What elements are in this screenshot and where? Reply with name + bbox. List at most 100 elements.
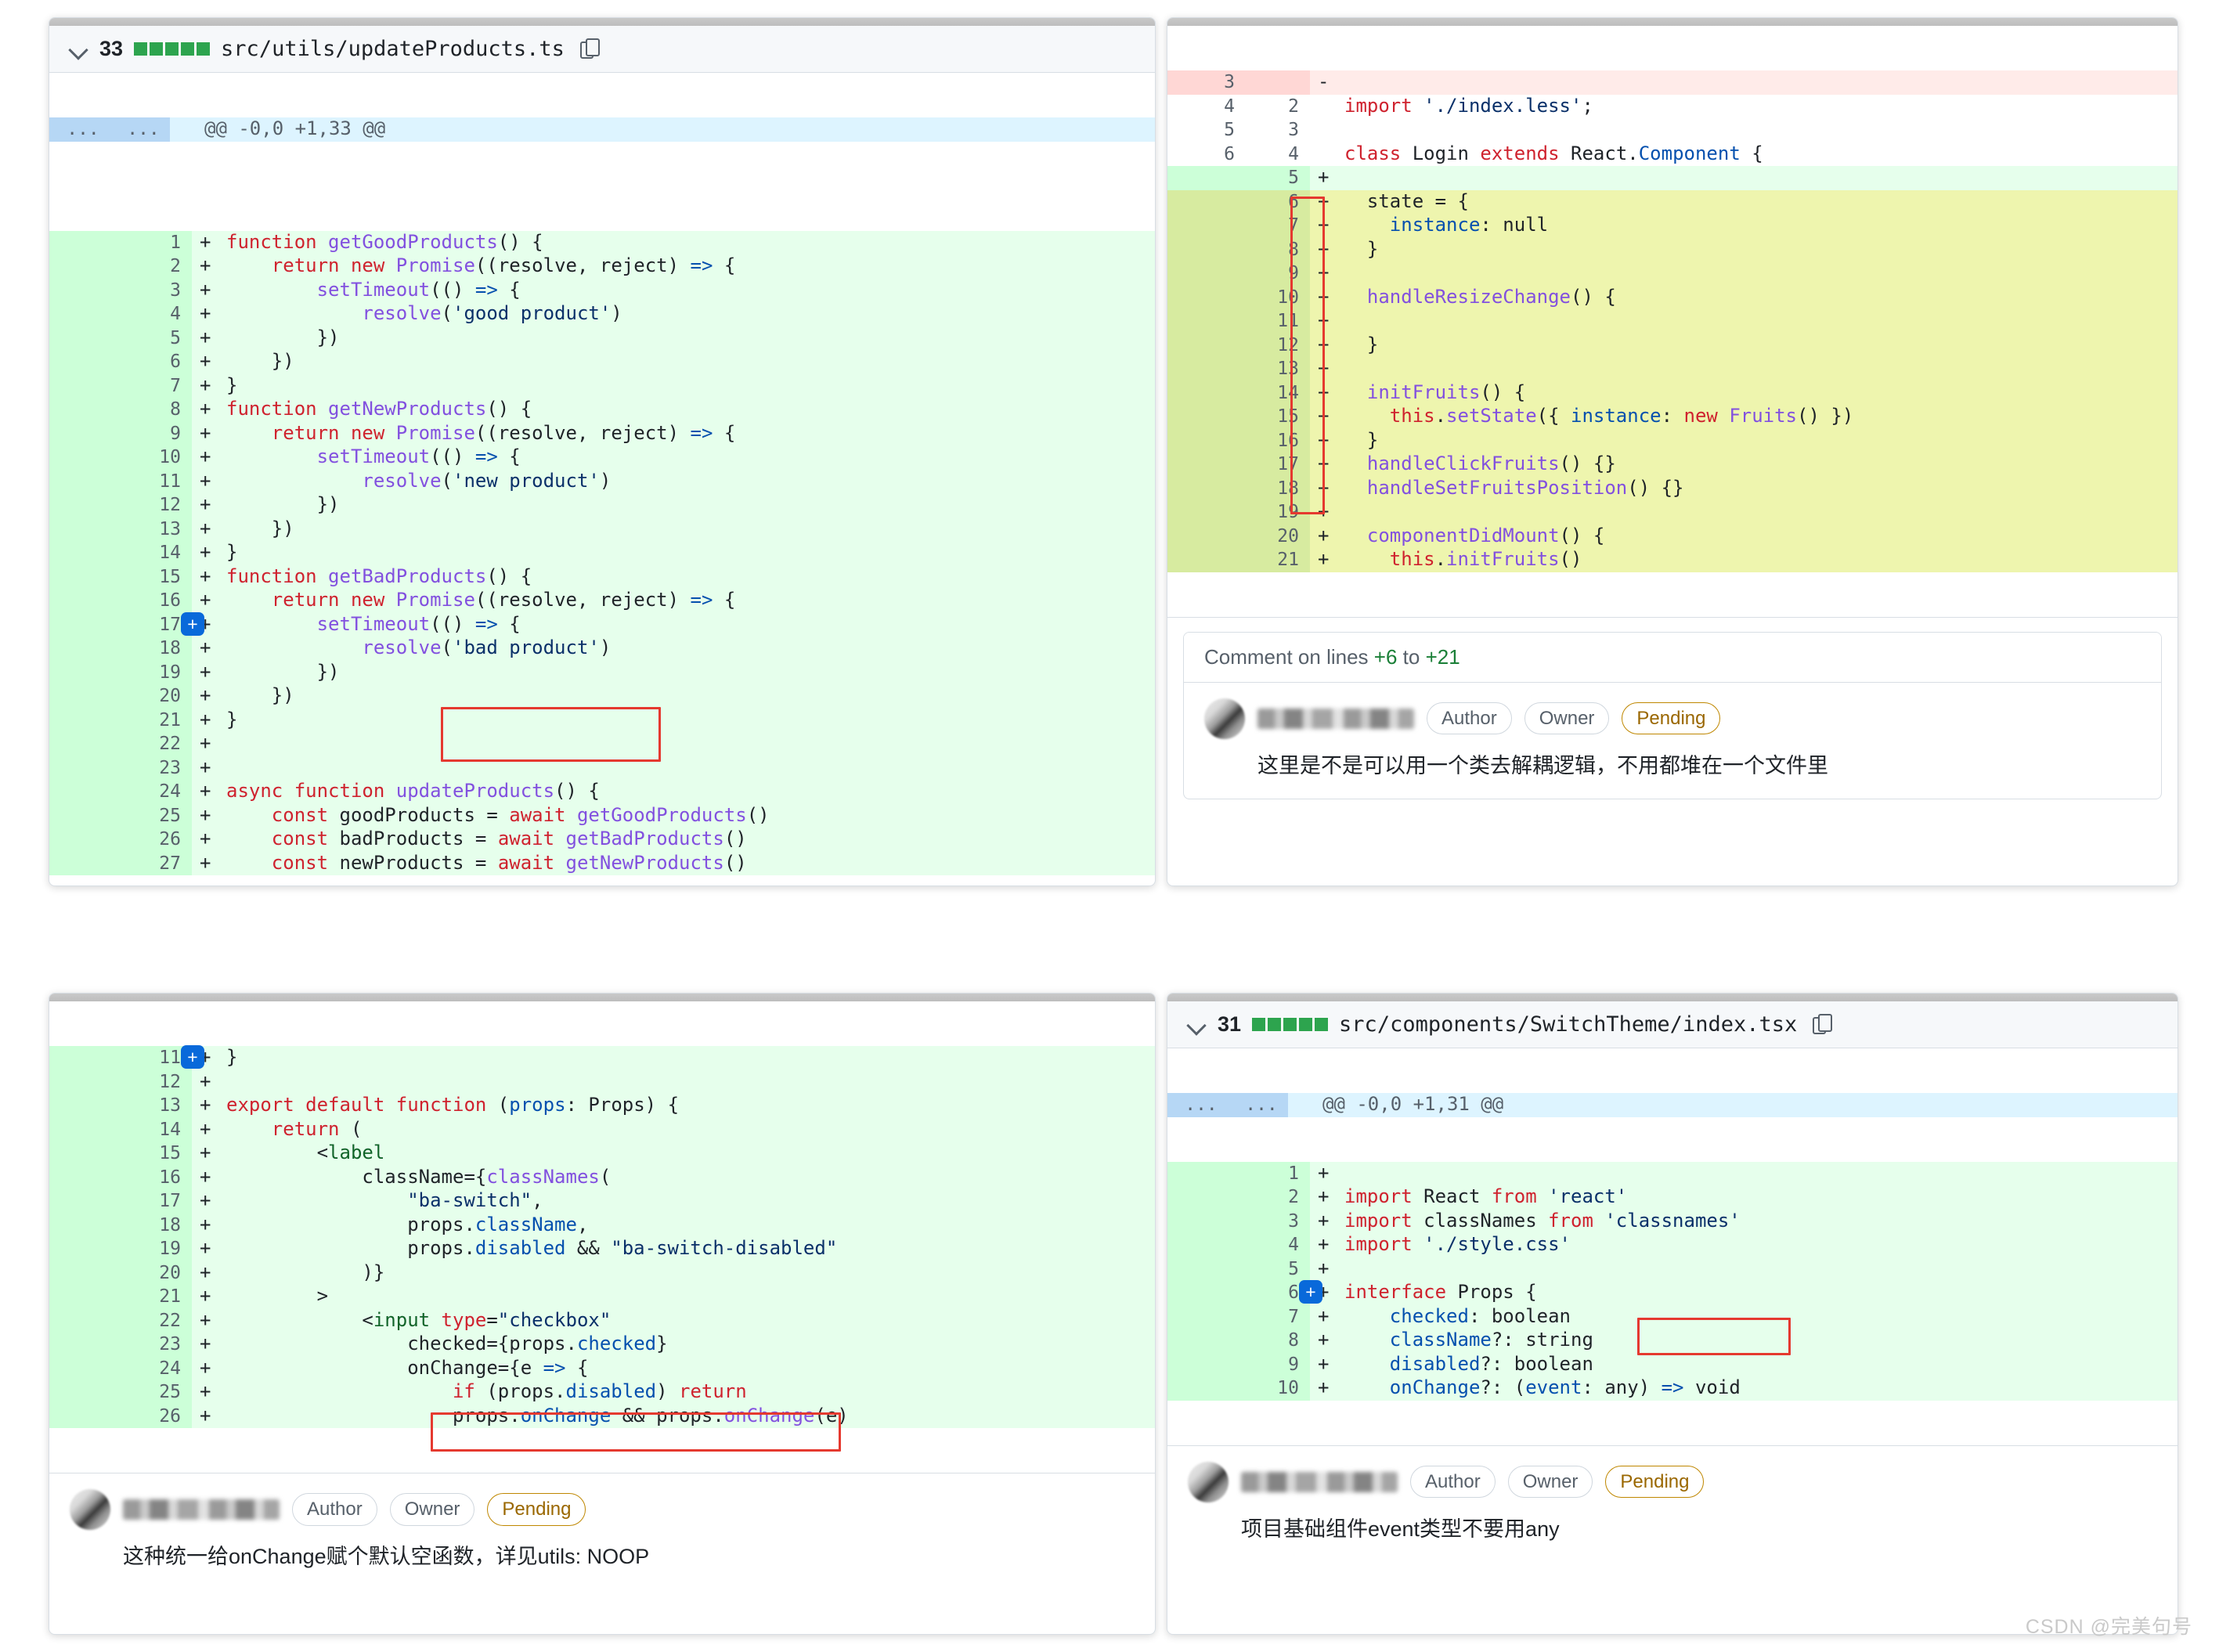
file-path[interactable]: src/utils/updateProducts.ts bbox=[221, 37, 565, 61]
diff-row[interactable]: 5 + }) bbox=[49, 326, 1155, 350]
diff-row[interactable]: 17 + + setTimeout(() => { bbox=[49, 611, 1155, 637]
diff-row[interactable]: 20 + componentDidMount() { bbox=[1167, 524, 2178, 548]
diff-row[interactable]: 15 + this.setState({ instance: new Fruits… bbox=[1167, 405, 2178, 429]
diff-row[interactable]: 6 + state = { bbox=[1167, 189, 2178, 214]
line-number-new: 11 bbox=[1246, 309, 1310, 334]
diff-row[interactable]: 22 + bbox=[49, 732, 1155, 756]
diff-row[interactable]: 11 + +} bbox=[49, 1045, 1155, 1070]
copy-icon[interactable] bbox=[579, 38, 601, 60]
diff-row[interactable]: 7 + checked: boolean bbox=[1167, 1304, 2178, 1329]
avatar[interactable] bbox=[70, 1489, 110, 1530]
add-comment-button[interactable]: + bbox=[181, 1045, 204, 1069]
diff-row[interactable]: 19 + bbox=[1167, 500, 2178, 525]
line-number-new: 11 + bbox=[128, 1045, 204, 1070]
diff-row[interactable]: 10 + onChange?: (event: any) => void bbox=[1167, 1376, 2178, 1401]
diff-row[interactable]: 10 + handleResizeChange() { bbox=[1167, 285, 2178, 309]
diff-row[interactable]: 17 + handleClickFruits() {} bbox=[1167, 453, 2178, 477]
diff-row[interactable]: 1 + bbox=[1167, 1161, 2178, 1185]
diff-row[interactable]: 8 + function getNewProducts() { bbox=[49, 398, 1155, 422]
diff-row[interactable]: 18 + props.className, bbox=[49, 1213, 1155, 1237]
diff-row[interactable]: 10 + setTimeout(() => { bbox=[49, 445, 1155, 470]
diff-row[interactable]: 16 + } bbox=[1167, 428, 2178, 453]
line-number-new: 11 bbox=[128, 469, 192, 493]
add-comment-button[interactable]: + bbox=[1299, 1280, 1322, 1304]
diff-row[interactable]: 5 + bbox=[1167, 166, 2178, 190]
avatar[interactable] bbox=[1204, 698, 1245, 739]
line-number-old bbox=[49, 1189, 128, 1214]
code-line: componentDidMount() { bbox=[1343, 524, 2178, 548]
diff-row[interactable]: 17 + "ba-switch", bbox=[49, 1189, 1155, 1214]
diff-row[interactable]: 2 + return new Promise((resolve, reject) … bbox=[49, 254, 1155, 279]
diff-row[interactable]: 20 + )} bbox=[49, 1261, 1155, 1285]
diff-row[interactable]: 13 + bbox=[1167, 357, 2178, 381]
diff-row[interactable]: 16 + return new Promise((resolve, reject)… bbox=[49, 589, 1155, 613]
diff-row[interactable]: 13 + export default function (props: Props… bbox=[49, 1094, 1155, 1118]
line-number-old bbox=[49, 1237, 128, 1261]
diff-row[interactable]: 20 + }) bbox=[49, 684, 1155, 709]
diff-row[interactable]: 22 + <input type="checkbox" bbox=[49, 1308, 1155, 1333]
diff-row[interactable]: 11 + resolve('new product') bbox=[49, 469, 1155, 493]
add-comment-button[interactable]: + bbox=[181, 611, 204, 636]
code-line bbox=[1343, 309, 2178, 334]
diff-row[interactable]: 27 + const newProducts = await getNewProd… bbox=[49, 851, 1155, 875]
diff-row[interactable]: 25 + const goodProducts = await getGoodPr… bbox=[49, 803, 1155, 828]
diff-row[interactable]: 21 +} bbox=[49, 708, 1155, 732]
diff-row[interactable]: 23 + checked={props.checked} bbox=[49, 1333, 1155, 1357]
copy-icon[interactable] bbox=[1813, 1013, 1833, 1036]
diff-row[interactable]: 13 + }) bbox=[49, 517, 1155, 541]
diff-row[interactable]: 3 + import classNames from 'classnames' bbox=[1167, 1209, 2178, 1233]
diff-row[interactable]: 24 + onChange={e => { bbox=[49, 1356, 1155, 1380]
diff-row[interactable]: 19 + props.disabled && "ba-switch-disable… bbox=[49, 1237, 1155, 1261]
diff-row[interactable]: 12 + bbox=[49, 1069, 1155, 1094]
diff-marker: + bbox=[192, 660, 225, 684]
diff-row[interactable]: 12 + } bbox=[1167, 333, 2178, 357]
diff-row[interactable]: 19 + }) bbox=[49, 660, 1155, 684]
diff-row[interactable]: 11 + bbox=[1167, 309, 2178, 334]
diff-marker bbox=[1310, 94, 1343, 118]
diff-row[interactable]: 8 + className?: string bbox=[1167, 1329, 2178, 1353]
badge-pending: Pending bbox=[1622, 702, 1721, 735]
diff-row[interactable]: 3 + setTimeout(() => { bbox=[49, 278, 1155, 302]
diff-row[interactable]: 8 + } bbox=[1167, 237, 2178, 262]
diff-row[interactable]: 3- bbox=[1167, 70, 2178, 95]
diff-row[interactable]: 15 + <label bbox=[49, 1142, 1155, 1166]
diff-row[interactable]: 18 + resolve('bad product') bbox=[49, 637, 1155, 661]
diff-row[interactable]: 12 + }) bbox=[49, 493, 1155, 518]
diff-row[interactable]: 25 + if (props.disabled) return bbox=[49, 1380, 1155, 1405]
diff-row[interactable]: 14 + initFruits() { bbox=[1167, 381, 2178, 405]
diff-row[interactable]: 16 + className={classNames( bbox=[49, 1165, 1155, 1189]
code-line: setTimeout(() => { bbox=[225, 445, 1155, 470]
diff-row[interactable]: 26 + props.onChange && props.onChange(e) bbox=[49, 1404, 1155, 1428]
diff-row[interactable]: 7 + instance: null bbox=[1167, 214, 2178, 238]
diff-row[interactable]: 26 + const badProducts = await getBadProd… bbox=[49, 828, 1155, 852]
diff-row[interactable]: 9 + disabled?: boolean bbox=[1167, 1352, 2178, 1376]
file-path[interactable]: src/components/SwitchTheme/index.tsx bbox=[1339, 1012, 1797, 1037]
diff-row[interactable]: 14 + return ( bbox=[49, 1117, 1155, 1142]
diff-row[interactable]: 24 + async function updateProducts() { bbox=[49, 780, 1155, 804]
diff-row[interactable]: 23 + bbox=[49, 756, 1155, 780]
line-number-new: 6 + bbox=[1246, 1280, 1322, 1305]
diff-row[interactable]: 9 + return new Promise((resolve, reject) … bbox=[49, 421, 1155, 445]
diff-row[interactable]: 4 + import './style.css' bbox=[1167, 1233, 2178, 1257]
diff-row[interactable]: 5 + bbox=[1167, 1257, 2178, 1281]
diff-row[interactable]: 7 +} bbox=[49, 373, 1155, 398]
avatar[interactable] bbox=[1188, 1461, 1229, 1502]
diff-row[interactable]: 14 +} bbox=[49, 541, 1155, 565]
diff-row[interactable]: 6 4 class Login extends React.Component { bbox=[1167, 142, 2178, 166]
diff-row[interactable]: 2 + import React from 'react' bbox=[1167, 1185, 2178, 1210]
diff-row[interactable]: 9 + bbox=[1167, 262, 2178, 286]
diff-row[interactable]: 53 bbox=[1167, 118, 2178, 142]
chevron-down-icon[interactable] bbox=[1188, 1015, 1207, 1034]
diff-row[interactable]: 21 + this.initFruits() bbox=[1167, 548, 2178, 572]
diff-row[interactable]: 1 + function getGoodProducts() { bbox=[49, 230, 1155, 254]
diff-row[interactable]: 18 + handleSetFruitsPosition() {} bbox=[1167, 476, 2178, 500]
chevron-down-icon[interactable] bbox=[70, 40, 88, 59]
diff-row[interactable]: 6 + }) bbox=[49, 350, 1155, 374]
diff-row[interactable]: 21 + > bbox=[49, 1285, 1155, 1309]
line-number-old bbox=[49, 1117, 128, 1142]
diff-row[interactable]: 4 + resolve('good product') bbox=[49, 302, 1155, 326]
diff-row[interactable]: 6 + + interface Props { bbox=[1167, 1280, 2178, 1305]
badge-owner: Owner bbox=[1507, 1465, 1593, 1499]
diff-row[interactable]: 15 + function getBadProducts() { bbox=[49, 564, 1155, 589]
diff-row[interactable]: 4 2 import './index.less'; bbox=[1167, 94, 2178, 118]
